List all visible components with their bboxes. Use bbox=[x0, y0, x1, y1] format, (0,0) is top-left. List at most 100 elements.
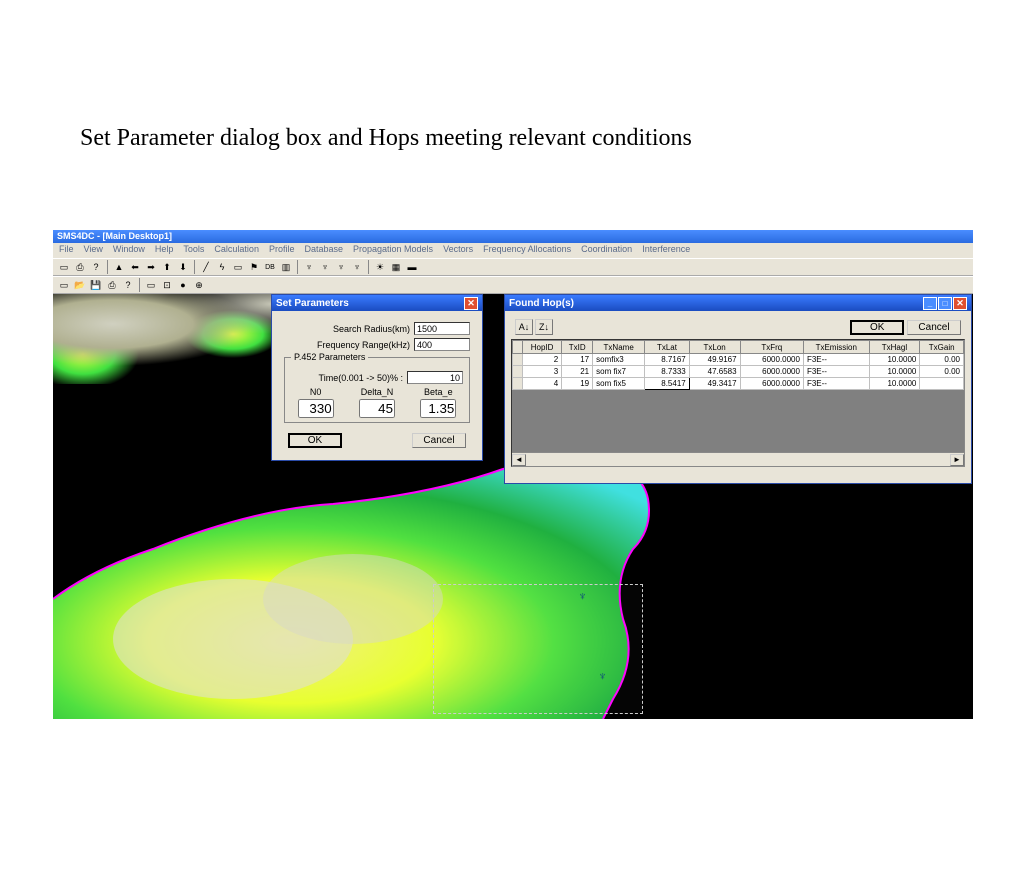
cell-txemission[interactable]: F3E-- bbox=[803, 354, 869, 366]
n0-input[interactable] bbox=[298, 399, 334, 418]
menu-window[interactable]: Window bbox=[113, 244, 145, 257]
row-selector[interactable] bbox=[513, 366, 523, 378]
cell-txfrq[interactable]: 6000.0000 bbox=[740, 366, 803, 378]
scroll-left-icon[interactable]: ◄ bbox=[512, 454, 526, 466]
cell-txemission[interactable]: F3E-- bbox=[803, 378, 869, 390]
row-selector[interactable] bbox=[513, 378, 523, 390]
cell-txname[interactable]: somfix3 bbox=[593, 354, 645, 366]
cell-txgain[interactable]: 0.00 bbox=[920, 354, 964, 366]
menu-view[interactable]: View bbox=[84, 244, 103, 257]
cell-txid[interactable]: 21 bbox=[562, 366, 593, 378]
col-txlat[interactable]: TxLat bbox=[645, 341, 690, 354]
station1-icon[interactable]: ♆ bbox=[302, 260, 316, 274]
sun-icon[interactable]: ☀ bbox=[373, 260, 387, 274]
rect-icon[interactable]: ▭ bbox=[231, 260, 245, 274]
cell-txid[interactable]: 19 bbox=[562, 378, 593, 390]
box1-icon[interactable]: ▦ bbox=[389, 260, 403, 274]
col-txlon[interactable]: TxLon bbox=[689, 341, 740, 354]
save-icon[interactable]: 💾 bbox=[89, 278, 103, 292]
table-row[interactable]: 419som fix58.541749.34176000.0000F3E--10… bbox=[513, 378, 964, 390]
dot-icon[interactable]: ⊡ bbox=[160, 278, 174, 292]
arrow-down-icon[interactable]: ⬇ bbox=[176, 260, 190, 274]
delta-n-input[interactable] bbox=[359, 399, 395, 418]
col-txgain[interactable]: TxGain bbox=[920, 341, 964, 354]
freq-range-input[interactable] bbox=[414, 338, 470, 351]
hops-table[interactable]: HopID TxID TxName TxLat TxLon TxFrq TxEm… bbox=[512, 340, 964, 390]
cell-txfrq[interactable]: 6000.0000 bbox=[740, 378, 803, 390]
close-hops-icon[interactable]: ✕ bbox=[953, 297, 967, 310]
hops-cancel-button[interactable]: Cancel bbox=[907, 320, 961, 335]
cell-hopid[interactable]: 4 bbox=[523, 378, 562, 390]
beta-e-input[interactable] bbox=[420, 399, 456, 418]
table-row[interactable]: 217somfix38.716749.91676000.0000F3E--10.… bbox=[513, 354, 964, 366]
col-txid[interactable]: TxID bbox=[562, 341, 593, 354]
arrow-up-icon[interactable]: ⬆ bbox=[160, 260, 174, 274]
close-icon[interactable]: ✕ bbox=[464, 297, 478, 310]
cell-hopid[interactable]: 2 bbox=[523, 354, 562, 366]
cell-txname[interactable]: som fix7 bbox=[593, 366, 645, 378]
cell-txhagl[interactable]: 10.0000 bbox=[869, 366, 920, 378]
new2-icon[interactable]: ▭ bbox=[57, 278, 71, 292]
arrow-right-icon[interactable]: ➡ bbox=[144, 260, 158, 274]
station2-icon[interactable]: ♆ bbox=[318, 260, 332, 274]
new-icon[interactable]: ▭ bbox=[57, 260, 71, 274]
minimize-icon[interactable]: _ bbox=[923, 297, 937, 310]
cell-txname[interactable]: som fix5 bbox=[593, 378, 645, 390]
maximize-icon[interactable]: □ bbox=[938, 297, 952, 310]
map-area[interactable]: ♆ ♆ Set Parameters ✕ Search Radius(km) F… bbox=[53, 294, 973, 719]
open-icon[interactable]: 📂 bbox=[73, 278, 87, 292]
menu-freq-allocations[interactable]: Frequency Allocations bbox=[483, 244, 571, 257]
col-hopid[interactable]: HopID bbox=[523, 341, 562, 354]
pointer-icon[interactable]: ▲ bbox=[112, 260, 126, 274]
col-txfrq[interactable]: TxFrq bbox=[740, 341, 803, 354]
cell-txgain[interactable]: 0.00 bbox=[920, 366, 964, 378]
target-icon[interactable]: ⊕ bbox=[192, 278, 206, 292]
cell-txlon[interactable]: 49.9167 bbox=[689, 354, 740, 366]
line-icon[interactable]: ╱ bbox=[199, 260, 213, 274]
cell-txfrq[interactable]: 6000.0000 bbox=[740, 354, 803, 366]
menu-coordination[interactable]: Coordination bbox=[581, 244, 632, 257]
menu-tools[interactable]: Tools bbox=[183, 244, 204, 257]
table-row[interactable]: 321som fix78.733347.65836000.0000F3E--10… bbox=[513, 366, 964, 378]
print-icon[interactable]: ⎙ bbox=[73, 260, 87, 274]
cell-txhagl[interactable]: 10.0000 bbox=[869, 378, 920, 390]
cell-txlat[interactable]: 8.7333 bbox=[645, 366, 690, 378]
menu-database[interactable]: Database bbox=[304, 244, 343, 257]
sort-asc-icon[interactable]: A↓ bbox=[515, 319, 533, 335]
printer2-icon[interactable]: ⎙ bbox=[105, 278, 119, 292]
cell-txgain[interactable] bbox=[920, 378, 964, 390]
menu-profile[interactable]: Profile bbox=[269, 244, 295, 257]
help-icon[interactable]: ? bbox=[89, 260, 103, 274]
station4-icon[interactable]: ♆ bbox=[350, 260, 364, 274]
menu-help[interactable]: Help bbox=[155, 244, 174, 257]
cell-txlon[interactable]: 49.3417 bbox=[689, 378, 740, 390]
flag-icon[interactable]: ⚑ bbox=[247, 260, 261, 274]
cell-txlat[interactable]: 8.5417 bbox=[645, 378, 690, 390]
row-selector[interactable] bbox=[513, 354, 523, 366]
clear-icon[interactable]: ▥ bbox=[279, 260, 293, 274]
sort-desc-icon[interactable]: Z↓ bbox=[535, 319, 553, 335]
scroll-right-icon[interactable]: ► bbox=[950, 454, 964, 466]
hops-ok-button[interactable]: OK bbox=[850, 320, 904, 335]
menu-interference[interactable]: Interference bbox=[642, 244, 690, 257]
rect2-icon[interactable]: ▭ bbox=[144, 278, 158, 292]
menu-file[interactable]: File bbox=[59, 244, 74, 257]
col-txemission[interactable]: TxEmission bbox=[803, 341, 869, 354]
help2-icon[interactable]: ? bbox=[121, 278, 135, 292]
station-marker-1[interactable]: ♆ bbox=[578, 589, 587, 603]
horizontal-scrollbar[interactable]: ◄ ► bbox=[512, 452, 964, 466]
col-txhagl[interactable]: TxHagl bbox=[869, 341, 920, 354]
db-icon[interactable]: DB bbox=[263, 260, 277, 274]
menu-calculation[interactable]: Calculation bbox=[214, 244, 259, 257]
box2-icon[interactable]: ▬ bbox=[405, 260, 419, 274]
ok-button[interactable]: OK bbox=[288, 433, 342, 448]
station-marker-2[interactable]: ♆ bbox=[598, 669, 607, 683]
cell-hopid[interactable]: 3 bbox=[523, 366, 562, 378]
arrow-left-icon[interactable]: ⬅ bbox=[128, 260, 142, 274]
circle-icon[interactable]: ● bbox=[176, 278, 190, 292]
time-input[interactable] bbox=[407, 371, 463, 384]
bolt-icon[interactable]: ϟ bbox=[215, 260, 229, 274]
menu-propagation[interactable]: Propagation Models bbox=[353, 244, 433, 257]
cell-txhagl[interactable]: 10.0000 bbox=[869, 354, 920, 366]
cell-txlat[interactable]: 8.7167 bbox=[645, 354, 690, 366]
